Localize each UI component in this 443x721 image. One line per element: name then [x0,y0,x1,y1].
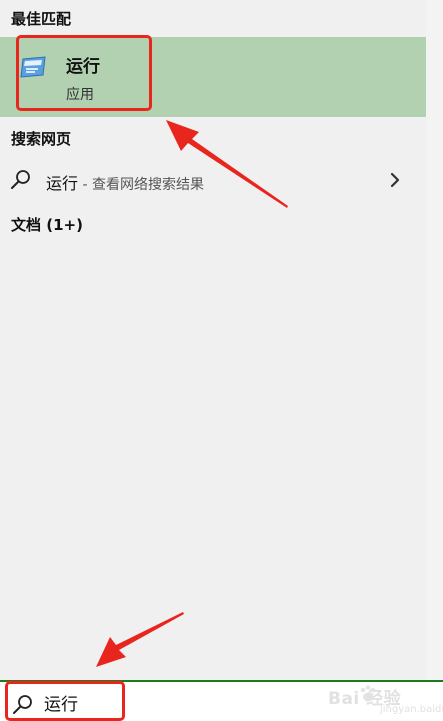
search-icon [11,170,30,189]
start-search-panel: 最佳匹配 运行 应用 搜索网页 运行 - 查看网络搜索结果 文档 (1+) 运行… [0,0,443,721]
results-scrollbar[interactable] [426,0,443,680]
section-header-best-match: 最佳匹配 [11,10,72,28]
annotation-arrow-lower [96,612,184,667]
web-search-query: 运行 [46,174,79,193]
web-search-result-row[interactable]: 运行 - 查看网络搜索结果 [0,160,426,200]
chevron-right-icon[interactable] [388,171,402,189]
web-search-text: 运行 - 查看网络搜索结果 [46,170,204,194]
baidu-jingyan-watermark: Bai 经验 jingyan.baidu.com [318,676,443,720]
watermark-subtext: jingyan.baidu.com [380,704,443,715]
web-search-suffix: - 查看网络搜索结果 [78,177,204,193]
annotation-highlight-search-box [5,681,125,721]
section-header-documents[interactable]: 文档 (1+) [11,214,83,235]
section-header-web-search: 搜索网页 [11,130,72,148]
annotation-highlight-best-match [16,35,152,111]
